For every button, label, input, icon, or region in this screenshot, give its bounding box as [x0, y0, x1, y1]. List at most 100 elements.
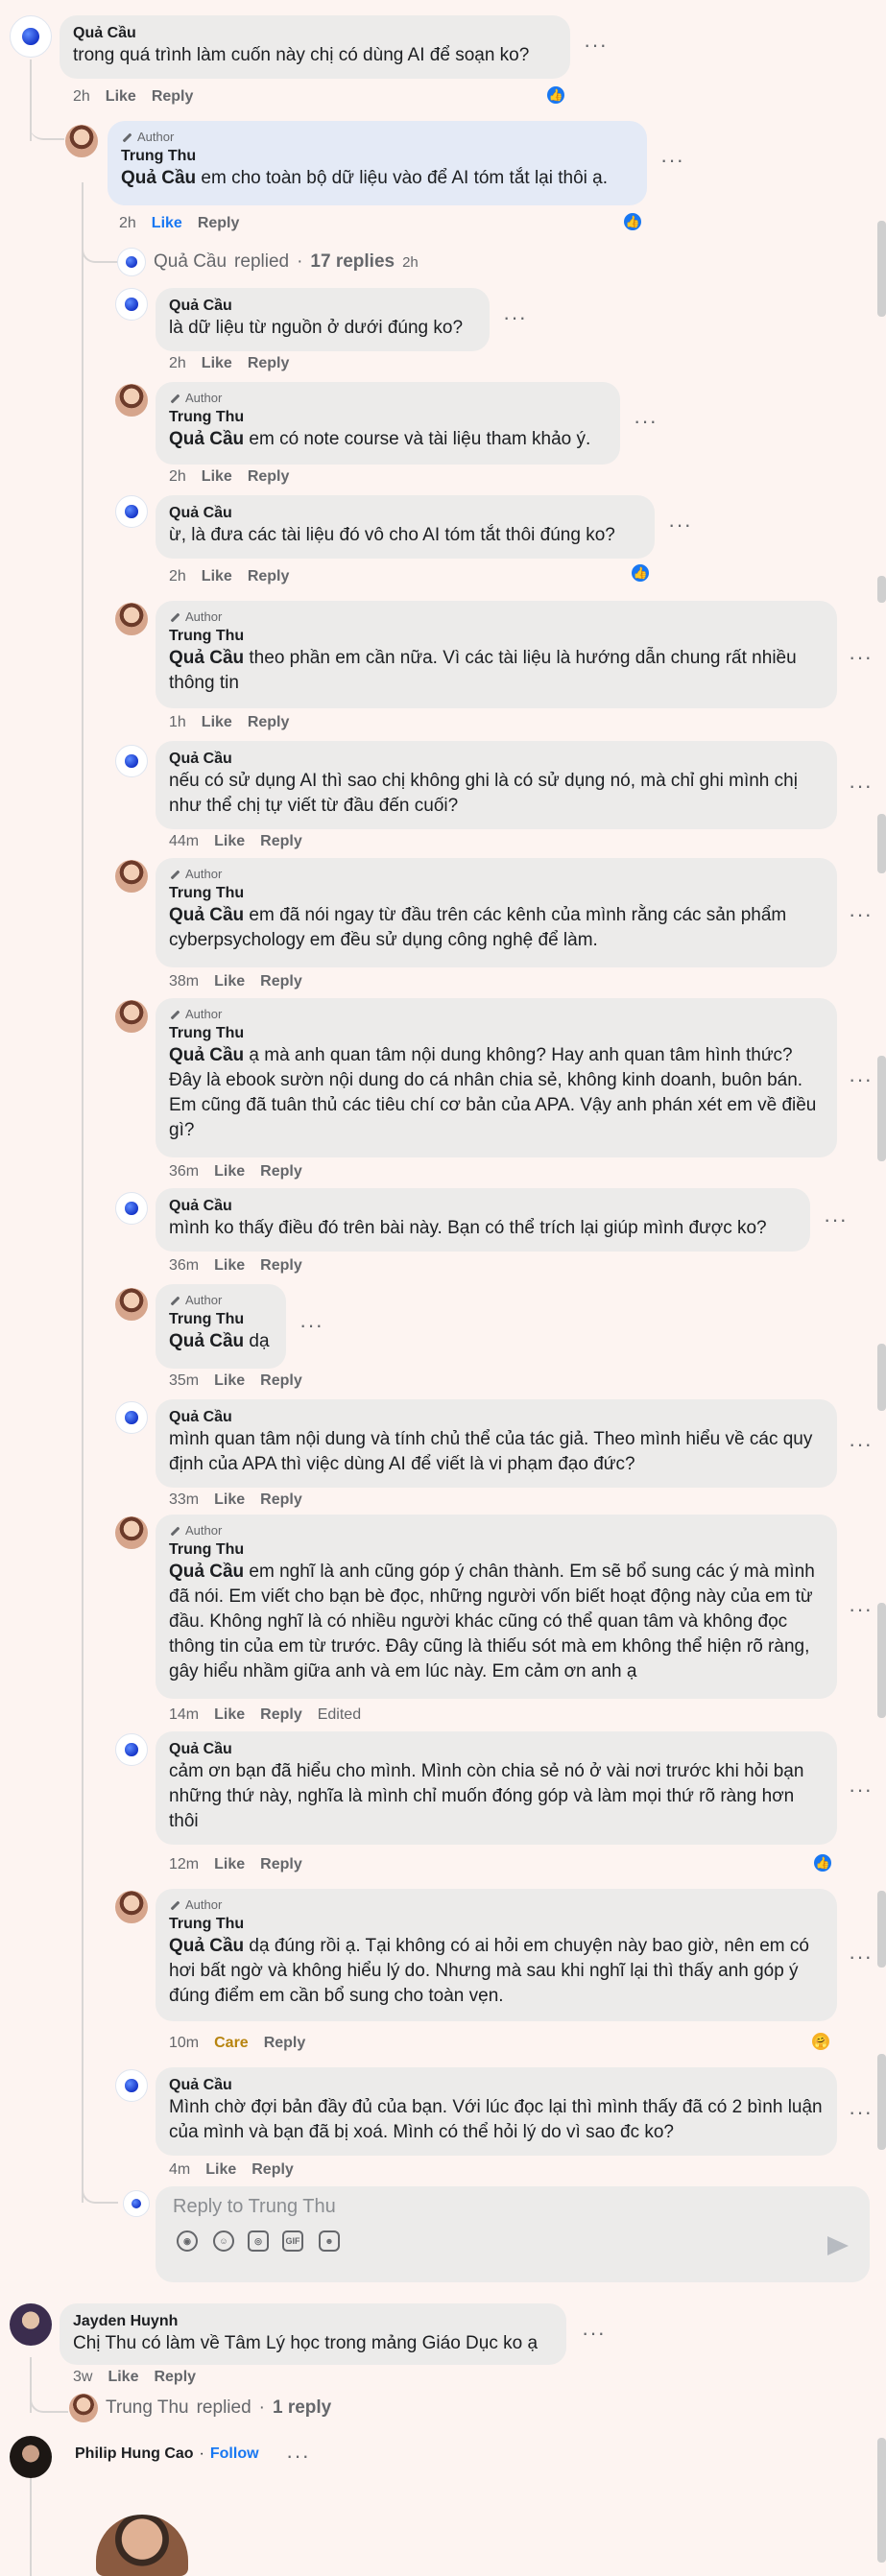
avatar-sticker-icon[interactable]: ◉ [177, 2230, 198, 2252]
comment-time[interactable]: 36m [169, 1163, 199, 1181]
reply-button[interactable]: Reply [251, 2161, 294, 2179]
reply-button[interactable]: Reply [154, 2369, 196, 2386]
more-options-icon[interactable]: ··· [849, 1599, 873, 1620]
avatar[interactable] [115, 745, 148, 777]
reply-button[interactable]: Reply [260, 1163, 302, 1181]
avatar[interactable] [115, 1516, 148, 1549]
reply-button[interactable]: Reply [248, 468, 290, 486]
more-options-icon[interactable]: ··· [849, 1069, 873, 1090]
reply-button[interactable]: Reply [260, 1491, 302, 1509]
comment-author-name[interactable]: Trung Thu [169, 883, 824, 903]
like-button[interactable]: Like [214, 1257, 245, 1275]
avatar[interactable] [115, 1288, 148, 1321]
comment-author-name[interactable]: Jayden Huynh [73, 2311, 553, 2331]
avatar[interactable] [10, 2436, 52, 2478]
more-options-icon[interactable]: ··· [286, 2445, 310, 2467]
more-options-icon[interactable]: ··· [849, 775, 873, 797]
avatar[interactable] [115, 1192, 148, 1225]
comment-author-name[interactable]: Trung Thu [169, 626, 824, 646]
comment-time[interactable]: 2h [73, 88, 90, 106]
more-options-icon[interactable]: ··· [849, 1779, 873, 1801]
reply-button[interactable]: Reply [260, 833, 302, 850]
like-button[interactable]: Like [152, 215, 182, 232]
comment-author-name[interactable]: Quả Cầu [169, 2075, 824, 2095]
avatar[interactable] [115, 2069, 148, 2102]
like-button[interactable]: Like [106, 88, 136, 106]
scrollbar-thumb[interactable] [877, 814, 886, 873]
comment-time[interactable]: 3w [73, 2369, 92, 2386]
like-button[interactable]: Like [202, 468, 232, 486]
more-options-icon[interactable]: ··· [824, 1209, 848, 1230]
reply-button[interactable]: Reply [264, 2035, 306, 2052]
comment-time[interactable]: 14m [169, 1706, 199, 1724]
care-button[interactable]: Care [214, 2035, 249, 2052]
scrollbar-thumb[interactable] [877, 576, 886, 603]
like-button[interactable]: Like [202, 355, 232, 372]
care-reaction-icon[interactable]: 🤗 [810, 2031, 831, 2052]
camera-icon[interactable]: ◎ [248, 2230, 269, 2252]
avatar[interactable] [115, 1401, 148, 1434]
more-options-icon[interactable]: ··· [582, 2323, 606, 2344]
comment-time[interactable]: 2h [119, 215, 136, 232]
like-button[interactable]: Like [214, 833, 245, 850]
comment-author-name[interactable]: Quả Cầu [169, 296, 476, 316]
avatar[interactable] [115, 603, 148, 635]
mention[interactable]: Quả Cầu [169, 648, 244, 668]
sticker-icon[interactable]: ☻ [319, 2230, 340, 2252]
avatar[interactable] [115, 495, 148, 528]
reply-button[interactable]: Reply [260, 1257, 302, 1275]
comment-author-name[interactable]: Trung Thu [169, 1023, 824, 1043]
more-options-icon[interactable]: ··· [503, 307, 527, 328]
reply-composer[interactable]: Reply to Trung Thu ◉ ☺ ◎ GIF ☻ [156, 2186, 870, 2282]
reply-button[interactable]: Reply [260, 1706, 302, 1724]
mention[interactable]: Quả Cầu [169, 1045, 244, 1065]
like-button[interactable]: Like [202, 714, 232, 731]
scrollbar-thumb[interactable] [877, 1891, 886, 1968]
comment-author-name[interactable]: Quả Cầu [169, 503, 641, 523]
comment-time[interactable]: 36m [169, 1257, 199, 1275]
comment-author-name[interactable]: Quả Cầu [169, 1196, 797, 1216]
mention[interactable]: Quả Cầu [169, 1331, 244, 1351]
comment-author-name[interactable]: Trung Thu [169, 1539, 824, 1560]
like-button[interactable]: Like [214, 973, 245, 990]
comment-time[interactable]: 2h [169, 355, 186, 372]
replies-summary[interactable]: Quả Cầu replied · 17 replies 2h [117, 248, 419, 276]
comment-author-name[interactable]: Trung Thu [169, 407, 607, 427]
comment-author-name[interactable]: Quả Cầu [169, 1407, 824, 1427]
like-reaction-icon[interactable]: 👍 [812, 1852, 833, 1873]
avatar[interactable] [115, 1891, 148, 1923]
more-options-icon[interactable]: ··· [849, 647, 873, 668]
comment-time[interactable]: 12m [169, 1856, 199, 1873]
avatar[interactable] [10, 15, 52, 58]
comment-author-name[interactable]: Quả Cầu [73, 23, 557, 43]
comment-time[interactable]: 33m [169, 1491, 199, 1509]
reply-button[interactable]: Reply [260, 973, 302, 990]
more-options-icon[interactable]: ··· [660, 150, 684, 171]
like-button[interactable]: Like [214, 1706, 245, 1724]
comment-author-name[interactable]: Trung Thu [169, 1309, 273, 1329]
emoji-icon[interactable]: ☺ [213, 2230, 234, 2252]
scrollbar-thumb[interactable] [877, 1603, 886, 1718]
reply-button[interactable]: Reply [152, 88, 194, 106]
like-button[interactable]: Like [108, 2369, 138, 2386]
like-button[interactable]: Like [214, 1491, 245, 1509]
avatar[interactable] [115, 860, 148, 893]
avatar[interactable] [65, 125, 98, 157]
comment-author-name[interactable]: Trung Thu [169, 1914, 824, 1934]
reply-button[interactable]: Reply [248, 355, 290, 372]
avatar[interactable] [115, 1733, 148, 1766]
like-reaction-icon[interactable]: 👍 [545, 84, 566, 106]
more-options-icon[interactable]: ··· [584, 35, 608, 56]
reply-button[interactable]: Reply [260, 1372, 302, 1390]
comment-author-name[interactable]: Trung Thu [121, 146, 634, 166]
mention[interactable]: Quả Cầu [169, 1936, 244, 1956]
scrollbar-thumb[interactable] [877, 1056, 886, 1161]
more-options-icon[interactable]: ··· [668, 514, 692, 536]
reply-input[interactable]: Reply to Trung Thu [173, 2196, 336, 2218]
comment-time[interactable]: 2h [169, 568, 186, 585]
reply-button[interactable]: Reply [248, 714, 290, 731]
comment-time[interactable]: 10m [169, 2035, 199, 2052]
more-options-icon[interactable]: ··· [849, 2102, 873, 2123]
comment-author-name[interactable]: Quả Cầu [169, 1739, 824, 1759]
like-button[interactable]: Like [214, 1856, 245, 1873]
